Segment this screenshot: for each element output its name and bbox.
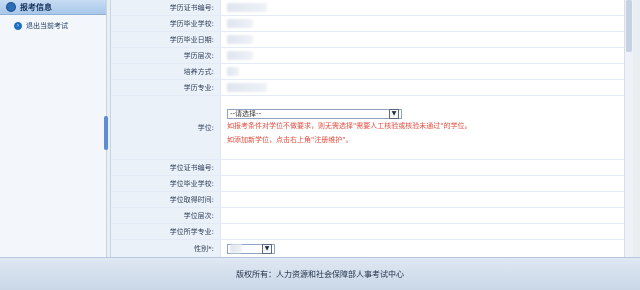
field-value: [221, 160, 625, 175]
field-label: 学位毕业学校:: [111, 176, 221, 191]
field-value: [221, 16, 625, 31]
field-label: 学历层次:: [111, 48, 221, 63]
sidebar-header[interactable]: 报考信息: [0, 0, 106, 15]
redacted-value: [227, 83, 267, 92]
field-label: 培养方式:: [111, 64, 221, 79]
form-row: 学历专业:: [111, 80, 625, 96]
form-row: 学历毕业日期:: [111, 32, 625, 48]
form-row: 学历证书编号:: [111, 0, 625, 16]
form-row-gender: 性别*: ▼: [111, 240, 625, 257]
field-label: 学位所学专业:: [111, 224, 221, 239]
field-value: [221, 176, 625, 191]
field-label: 学位取得时间:: [111, 192, 221, 207]
redacted-value: [227, 3, 267, 12]
field-value: [221, 224, 625, 239]
form-row: 学位证书编号:: [111, 160, 625, 176]
arrow-right-icon: ›: [14, 22, 22, 30]
degree-select-value: --请选择--: [230, 109, 262, 118]
gender-select[interactable]: ▼: [227, 243, 275, 254]
redacted-value: [227, 19, 253, 28]
chevron-down-icon: ▼: [262, 243, 272, 254]
redacted-value: [227, 35, 253, 44]
vertical-scrollbar[interactable]: [624, 0, 633, 257]
field-label: 学位:: [111, 96, 221, 159]
field-label: 学历证书编号:: [111, 0, 221, 15]
footer: 版权所有：人力资源和社会保障部人事考试中心: [0, 257, 640, 290]
field-label: 学位证书编号:: [111, 160, 221, 175]
field-value: [221, 48, 625, 63]
degree-field: --请选择-- ▼ 如报考条件对学位不做要求，则无需选择"需要人工核验或核验未通…: [221, 96, 625, 159]
sidebar: 报考信息 › 退出当前考试: [0, 0, 107, 257]
field-label: 学位层次:: [111, 208, 221, 223]
field-value: [221, 32, 625, 47]
form-row: 培养方式:: [111, 64, 625, 80]
degree-note-1: 如报考条件对学位不做要求，则无需选择"需要人工核验或核验未通过"的学位。: [227, 121, 472, 130]
form-row: 学历层次:: [111, 48, 625, 64]
degree-select[interactable]: --请选择-- ▼: [227, 108, 402, 119]
field-value: [221, 0, 625, 15]
scrollbar-thumb[interactable]: [626, 0, 632, 52]
field-label: 学历毕业学校:: [111, 16, 221, 31]
sidebar-header-label: 报考信息: [20, 2, 52, 12]
form-row: 学位所学专业:: [111, 224, 625, 240]
field-value: [221, 192, 625, 207]
main-form: 学历证书编号: 学历毕业学校: 学历毕业日期: 学历层次: 培养方式: 学历专业…: [110, 0, 633, 257]
form-row: 学位层次:: [111, 208, 625, 224]
field-label: 性别*:: [111, 240, 221, 257]
field-label: 学历毕业日期:: [111, 32, 221, 47]
redacted-value: [227, 51, 253, 60]
sidebar-item-label: 退出当前考试: [26, 22, 68, 30]
field-label: 学历专业:: [111, 80, 221, 95]
gender-field: ▼: [221, 240, 625, 257]
form-row: 学位取得时间:: [111, 192, 625, 208]
form-row-degree: 学位: --请选择-- ▼ 如报考条件对学位不做要求，则无需选择"需要人工核验或…: [111, 96, 625, 160]
section-icon: [6, 2, 16, 12]
field-value: [221, 208, 625, 223]
form-row: 学历毕业学校:: [111, 16, 625, 32]
form-row: 学位毕业学校:: [111, 176, 625, 192]
redacted-value: [227, 67, 239, 76]
copyright-text: 版权所有：人力资源和社会保障部人事考试中心: [236, 269, 404, 279]
redacted-value: [230, 244, 242, 253]
sidebar-splitter-handle[interactable]: [104, 116, 108, 150]
sidebar-item-exit-exam[interactable]: › 退出当前考试: [0, 15, 106, 31]
degree-note-2: 如添加新学位，点击右上角"注册维护"。: [227, 135, 353, 144]
chevron-down-icon: ▼: [389, 108, 399, 119]
field-value: [221, 80, 625, 95]
field-value: [221, 64, 625, 79]
